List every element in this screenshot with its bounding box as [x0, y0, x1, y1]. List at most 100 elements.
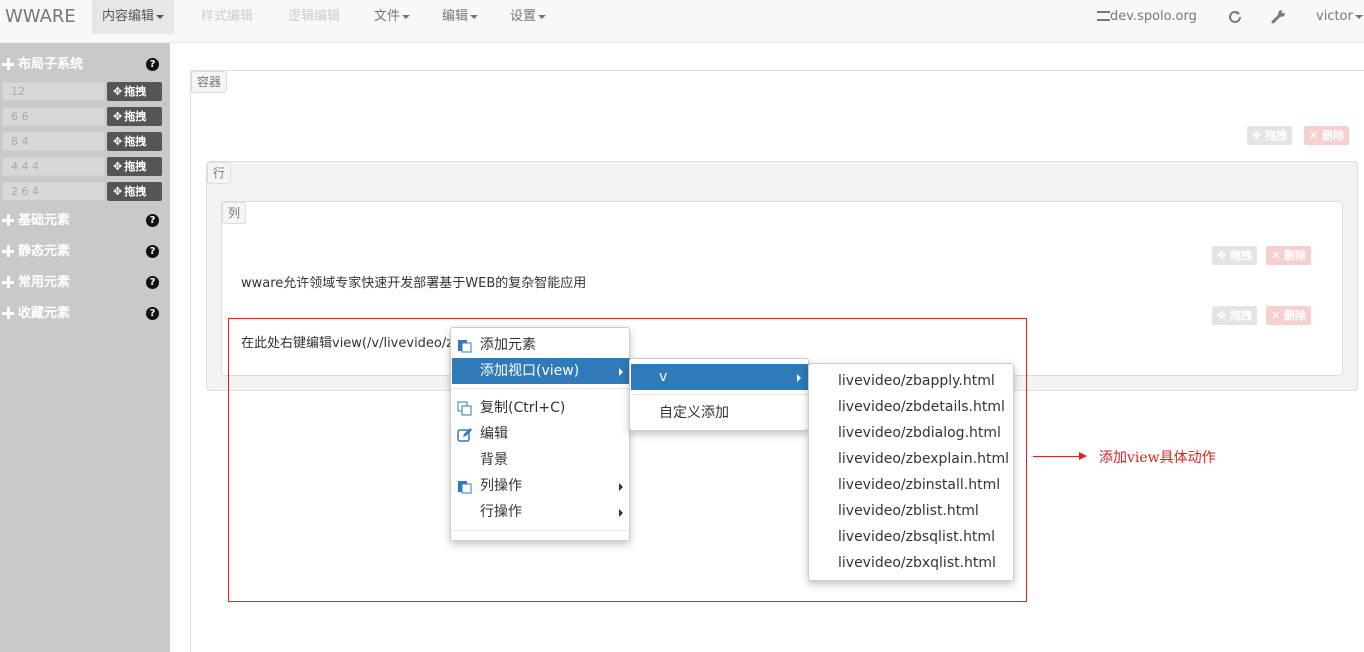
view-item[interactable]: livevideo/zbapply.html	[810, 368, 1014, 394]
layout-row: 12 ✥ 拖拽	[2, 82, 162, 101]
container-tag: 容器	[191, 71, 228, 93]
plus-icon	[2, 307, 14, 319]
layout-row: 4 4 4 ✥ 拖拽	[2, 157, 162, 176]
menu-divider	[631, 394, 809, 395]
layout-row: 6 6 ✥ 拖拽	[2, 107, 162, 126]
view-item[interactable]: livevideo/zbdetails.html	[810, 394, 1014, 420]
column-tag: 列	[222, 202, 247, 224]
sidebar-section-basic[interactable]: 基础元素 ?	[0, 209, 170, 233]
wrench-icon[interactable]	[1271, 0, 1286, 34]
sidebar-section-common[interactable]: 常用元素 ?	[0, 271, 170, 295]
drag-button[interactable]: ✥ 拖拽	[107, 132, 162, 151]
element-drag-button[interactable]: ✥ 拖拽	[1212, 306, 1258, 325]
nav-content-edit[interactable]: 内容编辑	[92, 0, 175, 34]
view-item[interactable]: livevideo/zbxqlist.html	[810, 550, 1014, 576]
move-icon: ✥	[113, 85, 123, 98]
plus-icon	[2, 245, 14, 257]
nav-file[interactable]: 文件	[364, 0, 420, 34]
plus-icon	[2, 276, 14, 288]
views-list-menu: livevideo/zbapply.html livevideo/zbdetai…	[808, 363, 1014, 581]
plus-icon	[2, 58, 14, 70]
help-icon[interactable]: ?	[146, 58, 159, 71]
menu-item-background[interactable]: 背景	[452, 447, 630, 473]
move-icon: ✥	[113, 110, 123, 123]
nav-style-edit[interactable]: 样式编辑	[191, 0, 263, 34]
chevron-right-icon	[619, 368, 623, 376]
sidebar-section-layout[interactable]: 布局子系统 ?	[0, 53, 170, 77]
element-drag-button[interactable]: ✥ 拖拽	[1212, 246, 1258, 265]
caret-down-icon	[402, 14, 411, 19]
view-item[interactable]: livevideo/zbexplain.html	[810, 446, 1014, 472]
menu-divider	[452, 530, 630, 531]
list-icon	[1097, 11, 1110, 21]
view-item[interactable]: livevideo/zbdialog.html	[810, 420, 1014, 446]
menu-item-add-element[interactable]: 添加元素	[452, 332, 630, 358]
drag-button[interactable]: ✥ 拖拽	[107, 157, 162, 176]
sidebar: 布局子系统 ? 12 ✥ 拖拽 6 6 ✥ 拖拽 8 4 ✥ 拖拽 4 4 4 ✥ 拖拽…	[0, 43, 170, 652]
site-link[interactable]: dev.spolo.org	[1097, 0, 1197, 34]
row-tag: 行	[207, 162, 232, 184]
help-icon[interactable]: ?	[146, 276, 159, 289]
edit-icon	[457, 428, 472, 442]
view-item[interactable]: livevideo/zbinstall.html	[810, 472, 1014, 498]
layout-input[interactable]: 6 6	[2, 107, 105, 126]
view-submenu: v 自定义添加	[629, 358, 809, 431]
move-icon: ✥	[113, 135, 123, 148]
layout-input[interactable]: 4 4 4	[2, 157, 105, 176]
context-menu: 添加元素 添加视口(view) 复制(Ctrl+C) 编辑 背景 列操作 行操作	[450, 327, 630, 541]
chevron-right-icon	[619, 509, 623, 517]
layout-input[interactable]: 12	[2, 82, 105, 101]
caret-down-icon	[538, 14, 547, 19]
brand-logo[interactable]: WWARE	[5, 0, 76, 34]
paste-icon	[458, 481, 472, 494]
sidebar-section-static[interactable]: 静态元素 ?	[0, 240, 170, 264]
submenu-item-v[interactable]: v	[631, 364, 809, 390]
chevron-right-icon	[619, 483, 623, 491]
menu-item-edit[interactable]: 编辑	[452, 421, 630, 447]
help-icon[interactable]: ?	[146, 214, 159, 227]
container-drag-button[interactable]: ✥ 拖拽	[1247, 126, 1293, 145]
plus-icon	[2, 214, 14, 226]
top-navbar: WWARE 内容编辑 样式编辑 逻辑编辑 文件 编辑 设置 dev.spolo.…	[0, 0, 1364, 43]
menu-item-row-ops[interactable]: 行操作	[452, 499, 630, 525]
drag-button[interactable]: ✥ 拖拽	[107, 82, 162, 101]
sidebar-section-favorite[interactable]: 收藏元素 ?	[0, 302, 170, 326]
nav-settings[interactable]: 设置	[500, 0, 556, 34]
canvas-border	[190, 70, 191, 652]
drag-button[interactable]: ✥ 拖拽	[107, 107, 162, 126]
caret-down-icon	[1354, 14, 1363, 19]
drag-button[interactable]: ✥ 拖拽	[107, 182, 162, 201]
caret-down-icon	[156, 14, 165, 19]
move-icon: ✥	[113, 185, 123, 198]
menu-item-column-ops[interactable]: 列操作	[452, 473, 630, 499]
view-item[interactable]: livevideo/zblist.html	[810, 498, 1014, 524]
annotation-text: 添加view具体动作	[1099, 450, 1216, 466]
element-delete-button[interactable]: ✕ 删除	[1266, 306, 1312, 325]
help-icon[interactable]: ?	[146, 307, 159, 320]
menu-item-copy[interactable]: 复制(Ctrl+C)	[452, 395, 630, 421]
copy-icon	[457, 401, 472, 416]
move-icon: ✥	[113, 160, 123, 173]
annotation-line	[1033, 456, 1085, 457]
paste-icon	[458, 340, 472, 353]
view-item[interactable]: livevideo/zbsqlist.html	[810, 524, 1014, 550]
chevron-right-icon	[797, 374, 801, 382]
nav-logic-edit[interactable]: 逻辑编辑	[278, 0, 350, 34]
element-delete-button[interactable]: ✕ 删除	[1266, 246, 1312, 265]
caret-down-icon	[470, 14, 479, 19]
refresh-icon[interactable]	[1228, 0, 1242, 34]
submenu-item-custom-add[interactable]: 自定义添加	[631, 400, 809, 426]
container-delete-button[interactable]: ✕ 删除	[1304, 126, 1350, 145]
layout-row: 8 4 ✥ 拖拽	[2, 132, 162, 151]
user-menu[interactable]: victor	[1316, 0, 1363, 34]
layout-row: 2 6 4 ✥ 拖拽	[2, 182, 162, 201]
layout-input[interactable]: 2 6 4	[2, 182, 105, 201]
arrow-right-icon	[1079, 452, 1087, 460]
menu-divider	[452, 388, 630, 389]
help-icon[interactable]: ?	[146, 245, 159, 258]
layout-input[interactable]: 8 4	[2, 132, 105, 151]
nav-edit[interactable]: 编辑	[432, 0, 488, 34]
menu-item-add-view[interactable]: 添加视口(view)	[452, 358, 630, 384]
content-text[interactable]: wware允许领域专家快速开发部署基于WEB的复杂智能应用	[241, 272, 586, 291]
canvas-border	[190, 70, 1364, 71]
